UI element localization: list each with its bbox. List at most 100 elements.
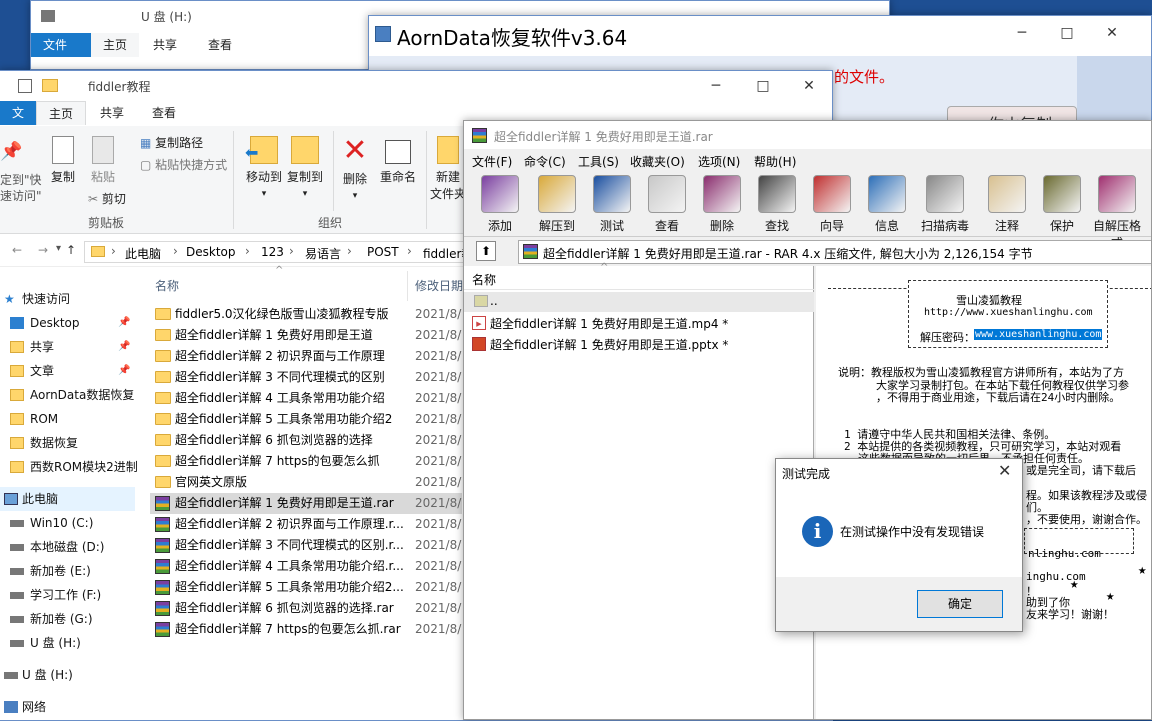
pin-label-1[interactable]: 定到"快 [0, 171, 42, 188]
winrar-path-field[interactable]: 超全fiddler详解 1 免费好用即是王道.rar - RAR 4.x 压缩文… [518, 240, 1151, 264]
list-item[interactable]: ▶ 超全fiddler详解 1 免费好用即是王道.mp4 * [464, 313, 814, 333]
table-row[interactable]: 超全fiddler详解 6 抓包浏览器的选择.rar 2021/8/ [150, 598, 462, 619]
ok-button[interactable]: 确定 [917, 590, 1003, 618]
test-complete-dialog[interactable]: 测试完成 ✕ i 在测试操作中没有发现错误 确定 [775, 458, 1023, 632]
paste-button[interactable]: 粘贴 [78, 136, 128, 185]
table-row[interactable]: 超全fiddler详解 2 初识界面与工作原理 2021/8/ [150, 346, 462, 367]
toolbar-button[interactable]: 测试 [586, 175, 638, 234]
properties-icon[interactable] [18, 79, 32, 93]
toolbar-button[interactable]: 扫描病毒 [919, 175, 971, 234]
table-row[interactable]: 超全fiddler详解 5 工具条常用功能介绍2 2021/8/ [150, 409, 462, 430]
tab-view[interactable]: 查看 [196, 33, 244, 57]
sidebar-item[interactable]: 共享 📌 [0, 335, 135, 359]
up-folder-icon[interactable]: ⬆ [476, 241, 496, 261]
sidebar-item[interactable]: 新加卷 (E:) [0, 559, 135, 583]
sidebar-item[interactable]: U 盘 (H:) [0, 631, 135, 655]
pin-icon[interactable]: 📌 [0, 141, 36, 162]
tab-file[interactable]: 文件 [0, 101, 36, 144]
list-item[interactable]: .. [464, 292, 814, 312]
sidebar-item[interactable]: 新加卷 (G:) [0, 607, 135, 631]
breadcrumb-item[interactable]: POST [367, 245, 399, 259]
sidebar-item[interactable]: AornData数据恢复 [0, 383, 135, 407]
sidebar-item[interactable]: 学习工作 (F:) [0, 583, 135, 607]
menu-favorites[interactable]: 收藏夹(O) [630, 153, 685, 170]
tab-view[interactable]: 查看 [140, 101, 188, 125]
sidebar-item[interactable]: 此电脑 [0, 487, 135, 511]
sidebar-item[interactable]: Desktop 📌 [0, 311, 135, 335]
tab-home[interactable]: 主页 [91, 33, 140, 57]
close-icon[interactable]: ✕ [998, 461, 1011, 480]
folder-icon[interactable] [42, 79, 58, 92]
sidebar-item[interactable]: 数据恢复 [0, 431, 135, 455]
new-folder-button[interactable]: 新建 文件夹 [428, 136, 468, 202]
column-name[interactable]: 名称 [155, 277, 179, 294]
menu-help[interactable]: 帮助(H) [754, 153, 796, 170]
sidebar-item[interactable]: Win10 (C:) [0, 511, 135, 535]
pin-icon[interactable]: 📌 [118, 311, 130, 335]
address-bar[interactable]: › 此电脑 › Desktop › 123 › 易语言 › POST › fid… [84, 241, 464, 263]
cut-button[interactable]: ✂ 剪切 [88, 190, 126, 207]
toolbar-button[interactable]: 解压到 [531, 175, 583, 234]
pin-label-2[interactable]: 速访问" [0, 187, 42, 204]
menu-options[interactable]: 选项(N) [698, 153, 740, 170]
breadcrumb-item[interactable]: 此电脑 [125, 245, 161, 262]
breadcrumb-item[interactable]: fiddler教 [423, 245, 463, 262]
table-row[interactable]: 超全fiddler详解 5 工具条常用功能介绍2... 2021/8/ [150, 577, 462, 598]
menu-commands[interactable]: 命令(C) [524, 153, 566, 170]
pin-icon[interactable]: 📌 [118, 359, 130, 383]
tab-file[interactable]: 文件 [31, 33, 91, 57]
table-row[interactable]: 超全fiddler详解 7 https的包要怎么抓 2021/8/ [150, 451, 462, 472]
winrar-column-header[interactable]: 名称 ^ [464, 262, 814, 290]
toolbar-button[interactable]: 删除 [696, 175, 748, 234]
toolbar-button[interactable]: 添加 [474, 175, 526, 234]
sidebar-item[interactable]: ROM [0, 407, 135, 431]
toolbar-button[interactable]: 保护 [1036, 175, 1088, 234]
tab-share[interactable]: 共享 [88, 101, 136, 125]
maximize-icon[interactable]: □ [740, 71, 786, 101]
maximize-icon[interactable]: □ [1044, 18, 1090, 48]
toolbar-button[interactable]: 信息 [861, 175, 913, 234]
sidebar-item[interactable]: U 盘 (H:) [0, 663, 135, 687]
table-row[interactable]: 超全fiddler详解 4 工具条常用功能介绍.r... 2021/8/ [150, 556, 462, 577]
menu-file[interactable]: 文件(F) [472, 153, 512, 170]
table-row[interactable]: 超全fiddler详解 7 https的包要怎么抓.rar 2021/8/ [150, 619, 462, 640]
table-row[interactable]: 超全fiddler详解 3 不同代理模式的区别 2021/8/ [150, 367, 462, 388]
copy-path-button[interactable]: ▦ 复制路径 [140, 134, 203, 151]
table-row[interactable]: 超全fiddler详解 4 工具条常用功能介绍 2021/8/ [150, 388, 462, 409]
toolbar-button[interactable]: 查看 [641, 175, 693, 234]
table-row[interactable]: 超全fiddler详解 6 抓包浏览器的选择 2021/8/ [150, 430, 462, 451]
menu-tools[interactable]: 工具(S) [578, 153, 619, 170]
rename-button[interactable]: 重命名 [372, 136, 424, 185]
toolbar-button[interactable]: 向导 [806, 175, 858, 234]
table-row[interactable]: fiddler5.0汉化绿色版雪山凌狐教程专版 2021/8/ [150, 304, 462, 325]
recent-dropdown-icon[interactable]: ▾ [56, 243, 61, 254]
tab-share[interactable]: 共享 [141, 33, 189, 57]
table-row[interactable]: 超全fiddler详解 3 不同代理模式的区别.r... 2021/8/ [150, 535, 462, 556]
up-icon[interactable]: ↑ [66, 243, 76, 257]
minimize-icon[interactable]: ─ [999, 18, 1045, 48]
table-row[interactable]: 官网英文原版 2021/8/ [150, 472, 462, 493]
close-icon[interactable]: ✕ [786, 71, 832, 101]
copy-to-button[interactable]: 复制到 ▾ [280, 136, 330, 199]
minimize-icon[interactable]: ─ [693, 71, 739, 101]
toolbar-button[interactable]: 注释 [981, 175, 1033, 234]
column-date[interactable]: 修改日期 [415, 277, 463, 294]
list-item[interactable]: 超全fiddler详解 1 免费好用即是王道.pptx * [464, 334, 814, 354]
table-row[interactable]: 超全fiddler详解 1 免费好用即是王道 2021/8/ [150, 325, 462, 346]
sidebar-item[interactable]: 本地磁盘 (D:) [0, 535, 135, 559]
back-icon[interactable]: ← [12, 243, 22, 257]
tab-home[interactable]: 主页 [36, 101, 87, 125]
forward-icon[interactable]: → [38, 243, 48, 257]
breadcrumb-item[interactable]: Desktop [186, 245, 236, 259]
pin-icon[interactable]: 📌 [118, 335, 130, 359]
sidebar-item[interactable]: 西数ROM模块2进制 [0, 455, 138, 479]
paste-shortcut-button[interactable]: ▢ 粘贴快捷方式 [140, 156, 227, 173]
table-row[interactable]: 超全fiddler详解 1 免费好用即是王道.rar 2021/8/ [150, 493, 462, 514]
sidebar-item[interactable]: 网络 [0, 695, 135, 719]
toolbar-button[interactable]: 查找 [751, 175, 803, 234]
breadcrumb-item[interactable]: 123 [261, 245, 284, 259]
breadcrumb-item[interactable]: 易语言 [305, 245, 341, 262]
table-row[interactable]: 超全fiddler详解 2 初识界面与工作原理.r... 2021/8/ [150, 514, 462, 535]
close-icon[interactable]: ✕ [1089, 18, 1135, 48]
sidebar-item[interactable]: ★ 快速访问 [0, 287, 135, 311]
